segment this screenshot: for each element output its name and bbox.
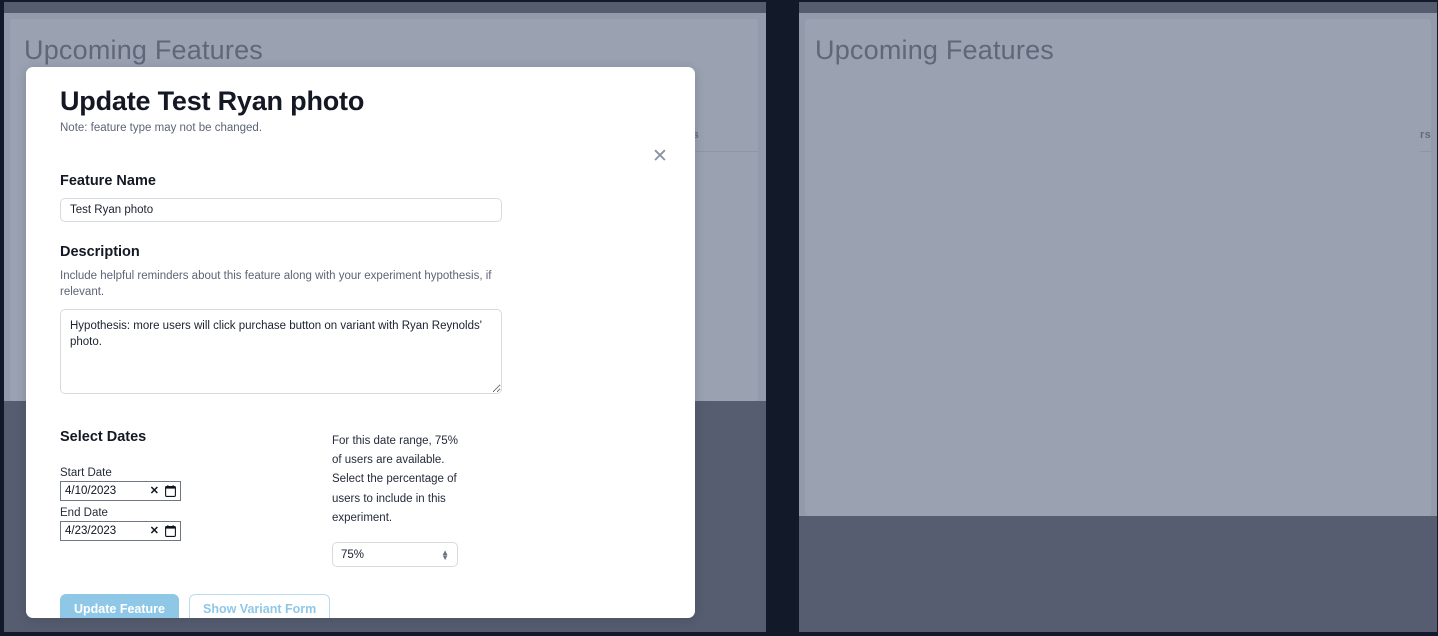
user-percentage-select[interactable]: 75% ▲ ▼ bbox=[332, 542, 458, 568]
start-date-label: Start Date bbox=[60, 466, 112, 479]
close-icon[interactable]: ✕ bbox=[649, 146, 671, 168]
panel-topbar bbox=[4, 2, 766, 13]
browser-panel-right: Upcoming Features rs ✕ Update Variants f… bbox=[799, 2, 1437, 632]
end-date-label: End Date bbox=[60, 506, 108, 519]
page-footer-area bbox=[799, 516, 1437, 632]
background-column-label: rs bbox=[1420, 129, 1431, 141]
dates-column: Select Dates Start Date 4/10/2023 ✕ End … bbox=[60, 429, 332, 568]
feature-modal-note: Note: feature type may not be changed. bbox=[60, 122, 263, 134]
feature-name-label: Feature Name bbox=[60, 173, 156, 189]
features-content-card bbox=[805, 19, 1431, 516]
feature-modal-body: Feature Name Description Include helpful… bbox=[26, 173, 695, 568]
feature-name-input[interactable] bbox=[60, 198, 502, 222]
clear-icon[interactable]: ✕ bbox=[150, 524, 159, 537]
description-label: Description bbox=[60, 244, 140, 260]
screen: Upcoming Features rs ✕ Update Test Ryan … bbox=[0, 0, 1438, 636]
show-variant-form-button[interactable]: Show Variant Form bbox=[189, 594, 331, 618]
availability-column: For this date range, 75% of users are av… bbox=[332, 429, 462, 568]
select-dates-heading: Select Dates bbox=[60, 428, 147, 445]
user-percentage-value: 75% bbox=[341, 548, 365, 561]
end-date-input[interactable]: 4/23/2023 ✕ bbox=[60, 520, 181, 541]
start-date-input[interactable]: 4/10/2023 ✕ bbox=[60, 480, 181, 501]
panel-topbar bbox=[799, 2, 1437, 13]
feature-modal-actions: Update Feature Show Variant Form bbox=[60, 594, 695, 618]
background-divider bbox=[1420, 151, 1431, 152]
description-help: Include helpful reminders about this fea… bbox=[60, 270, 492, 298]
start-date-value: 4/10/2023 bbox=[65, 484, 117, 497]
feature-modal-title: Update Test Ryan photo bbox=[60, 86, 365, 116]
panel-page-left: Upcoming Features rs ✕ Update Test Ryan … bbox=[4, 13, 766, 632]
availability-text: For this date range, 75% of users are av… bbox=[332, 434, 458, 524]
clear-icon[interactable]: ✕ bbox=[150, 484, 159, 497]
dates-row: Select Dates Start Date 4/10/2023 ✕ End … bbox=[60, 429, 661, 568]
browser-panel-left: Upcoming Features rs ✕ Update Test Ryan … bbox=[4, 2, 766, 632]
description-textarea[interactable]: Hypothesis: more users will click purcha… bbox=[60, 308, 502, 394]
update-feature-button[interactable]: Update Feature bbox=[60, 594, 179, 618]
feature-modal-header: Update Test Ryan photo Note: feature typ… bbox=[26, 67, 695, 134]
calendar-icon[interactable] bbox=[165, 524, 176, 537]
page-title: Upcoming Features bbox=[24, 35, 264, 65]
end-date-value: 4/23/2023 bbox=[65, 524, 117, 537]
calendar-icon[interactable] bbox=[165, 484, 176, 497]
page-title: Upcoming Features bbox=[815, 35, 1055, 65]
panel-page-right: Upcoming Features rs ✕ Update Variants f… bbox=[799, 13, 1437, 632]
stepper-icon[interactable]: ▲ ▼ bbox=[441, 548, 449, 561]
background-divider bbox=[688, 151, 758, 152]
update-feature-modal: ✕ Update Test Ryan photo Note: feature t… bbox=[26, 67, 695, 618]
